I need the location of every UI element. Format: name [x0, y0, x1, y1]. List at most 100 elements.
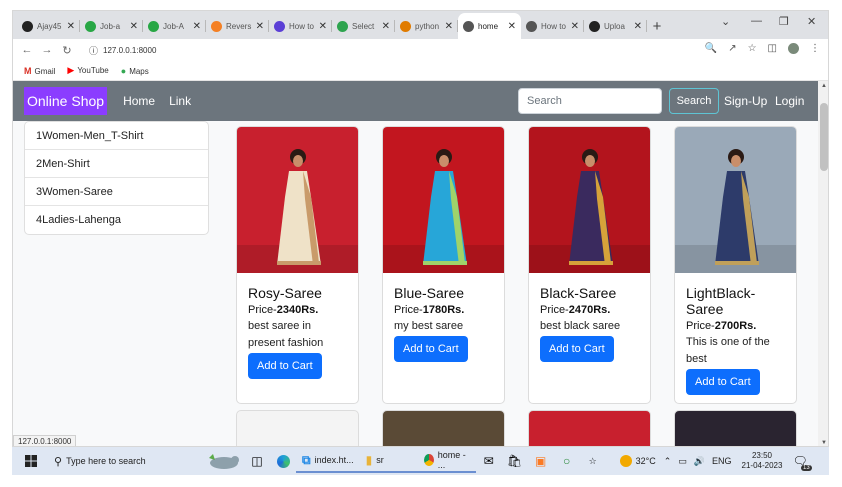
tab-search-icon[interactable]: ⌄ [721, 15, 730, 28]
xampp-icon[interactable]: ▣ [528, 450, 554, 472]
tab-favicon-icon [22, 20, 33, 32]
search-button[interactable]: Search [669, 88, 719, 114]
sidebar-toggle-icon[interactable]: ◫ [768, 43, 777, 54]
menu-icon[interactable]: ⋮ [810, 43, 820, 54]
search-input[interactable]: Search [518, 88, 662, 114]
product-image[interactable] [237, 127, 358, 273]
category-item[interactable]: 2Men-Shirt [25, 150, 208, 178]
forward-icon[interactable]: → [39, 44, 55, 56]
taskbar-search[interactable]: ⚲ Type here to search [54, 447, 204, 475]
category-item[interactable]: 4Ladies-Lahenga [25, 206, 208, 234]
add-to-cart-button[interactable]: Add to Cart [248, 353, 322, 379]
scroll-down-icon[interactable]: ▼ [821, 440, 827, 446]
taskbar-folder[interactable]: ▮ sr [359, 449, 418, 473]
taskbar-vscode[interactable]: ⧉ index.ht... [296, 449, 360, 473]
product-image[interactable] [529, 127, 650, 273]
brand-logo[interactable]: Online Shop [24, 87, 108, 115]
minimize-button[interactable]: — [751, 15, 762, 27]
browser-tab[interactable]: python ✕ [395, 13, 458, 39]
category-item[interactable]: 1Women-Men_T-Shirt [25, 122, 208, 150]
volume-icon[interactable]: 🔊 [694, 456, 705, 467]
tab-close-icon[interactable]: ✕ [256, 21, 264, 32]
task-view-icon[interactable]: ◫ [244, 450, 270, 472]
bookmark-maps[interactable]: ● Maps [121, 66, 149, 76]
browser-tab[interactable]: Revers ✕ [206, 13, 269, 39]
tab-close-icon[interactable]: ✕ [571, 21, 579, 32]
browser-tab[interactable]: How to ✕ [269, 13, 332, 39]
tab-close-icon[interactable]: ✕ [67, 21, 75, 32]
product-name: LightBlack-Saree [686, 285, 756, 317]
price-label: Price- [540, 304, 569, 316]
zoom-icon[interactable]: 🔍 [705, 43, 717, 54]
share-icon[interactable]: ↗ [728, 43, 736, 54]
weather-widget[interactable]: 32°C [619, 447, 656, 475]
tab-title: How to [289, 21, 314, 31]
page-viewport: Online Shop Home Link Search Search Sign… [13, 81, 818, 446]
category-item[interactable]: 3Women-Saree [25, 178, 208, 206]
page-scrollbar[interactable]: ▲ ▼ [818, 81, 828, 446]
tab-close-icon[interactable]: ✕ [193, 21, 201, 32]
browser-tab[interactable]: Job-A ✕ [143, 13, 206, 39]
browser-tab[interactable]: Job-a ✕ [80, 13, 143, 39]
bookmark-gmail[interactable]: M Gmail [24, 66, 55, 76]
tab-close-icon[interactable]: ✕ [382, 21, 390, 32]
tab-close-icon[interactable]: ✕ [130, 21, 138, 32]
browser-tab[interactable]: How to ✕ [521, 13, 584, 39]
maps-pin-icon: ● [120, 65, 127, 76]
app-circle-icon[interactable]: ○ [554, 450, 580, 472]
product-image[interactable] [383, 127, 504, 273]
browser-tab[interactable]: home ✕ [458, 13, 521, 39]
taskbar-label: index.ht... [314, 455, 354, 465]
notification-button[interactable]: 🗨 13 [792, 454, 812, 471]
browser-tab[interactable]: Select ✕ [332, 13, 395, 39]
language-indicator[interactable]: ENG [712, 456, 732, 466]
windows-start-icon[interactable] [18, 450, 44, 472]
bookmark-youtube[interactable]: ▶ YouTube [67, 65, 108, 76]
tab-title: Job-A [163, 21, 184, 31]
back-icon[interactable]: ← [19, 44, 35, 56]
browser-tab[interactable]: Uploa ✕ [584, 13, 647, 39]
reload-icon[interactable]: ↻ [59, 44, 75, 57]
taskbar-search-placeholder: Type here to search [66, 456, 146, 466]
scrollbar-thumb[interactable] [820, 103, 828, 171]
chrome-icon [423, 454, 434, 466]
add-to-cart-button[interactable]: Add to Cart [540, 336, 614, 362]
folder-icon: ▮ [365, 453, 373, 467]
tab-title: Uploa [604, 21, 625, 31]
add-to-cart-button[interactable]: Add to Cart [686, 369, 760, 395]
profile-avatar[interactable] [788, 43, 799, 54]
nav-home-link[interactable]: Home [123, 94, 155, 108]
browser-window: Ajay45 ✕ Job-a ✕ Job-A ✕ Revers ✕ How to ✕ Select ✕… [12, 10, 829, 447]
tray-chevron-icon[interactable]: ⌃ [664, 456, 672, 467]
tab-title: Ajay45 [37, 21, 62, 31]
clock[interactable]: 23:50 21-04-2023 [742, 451, 783, 471]
mail-icon[interactable]: ✉ [476, 450, 502, 472]
product-card: Rosy-Saree Price-2340Rs. best saree in pre… [236, 126, 359, 404]
restore-button[interactable]: ❐ [779, 15, 789, 28]
taskbar-chrome[interactable]: home - ... [417, 449, 476, 473]
tab-close-icon[interactable]: ✕ [508, 21, 516, 32]
people-icon[interactable]: ☆ [580, 450, 606, 472]
close-window-button[interactable]: ✕ [807, 15, 816, 28]
new-tab-button[interactable]: + [647, 13, 667, 39]
battery-icon[interactable]: ▭ [678, 456, 687, 467]
browser-tab[interactable]: Ajay45 ✕ [17, 13, 80, 39]
login-link[interactable]: Login [775, 94, 804, 108]
add-to-cart-button[interactable]: Add to Cart [394, 336, 468, 362]
signup-link[interactable]: Sign-Up [724, 94, 767, 108]
tab-close-icon[interactable]: ✕ [634, 21, 642, 32]
price-value: 1780Rs. [422, 304, 465, 316]
clock-date: 21-04-2023 [741, 461, 783, 470]
nav-link[interactable]: Link [169, 94, 191, 108]
tab-favicon-icon [148, 20, 159, 32]
tab-close-icon[interactable]: ✕ [319, 21, 327, 32]
scroll-up-icon[interactable]: ▲ [821, 83, 827, 89]
clock-time: 23:50 [751, 451, 772, 460]
product-card: LightBlack-Saree Price-2700Rs. This is one… [674, 126, 797, 404]
edge-icon[interactable] [270, 450, 296, 472]
store-icon[interactable]: 🛍 [502, 450, 528, 472]
address-field[interactable]: ⓘ 127.0.0.1:8000 [89, 44, 156, 57]
tab-close-icon[interactable]: ✕ [445, 21, 453, 32]
product-image[interactable] [675, 127, 796, 273]
bookmark-star-icon[interactable]: ☆ [748, 43, 757, 54]
